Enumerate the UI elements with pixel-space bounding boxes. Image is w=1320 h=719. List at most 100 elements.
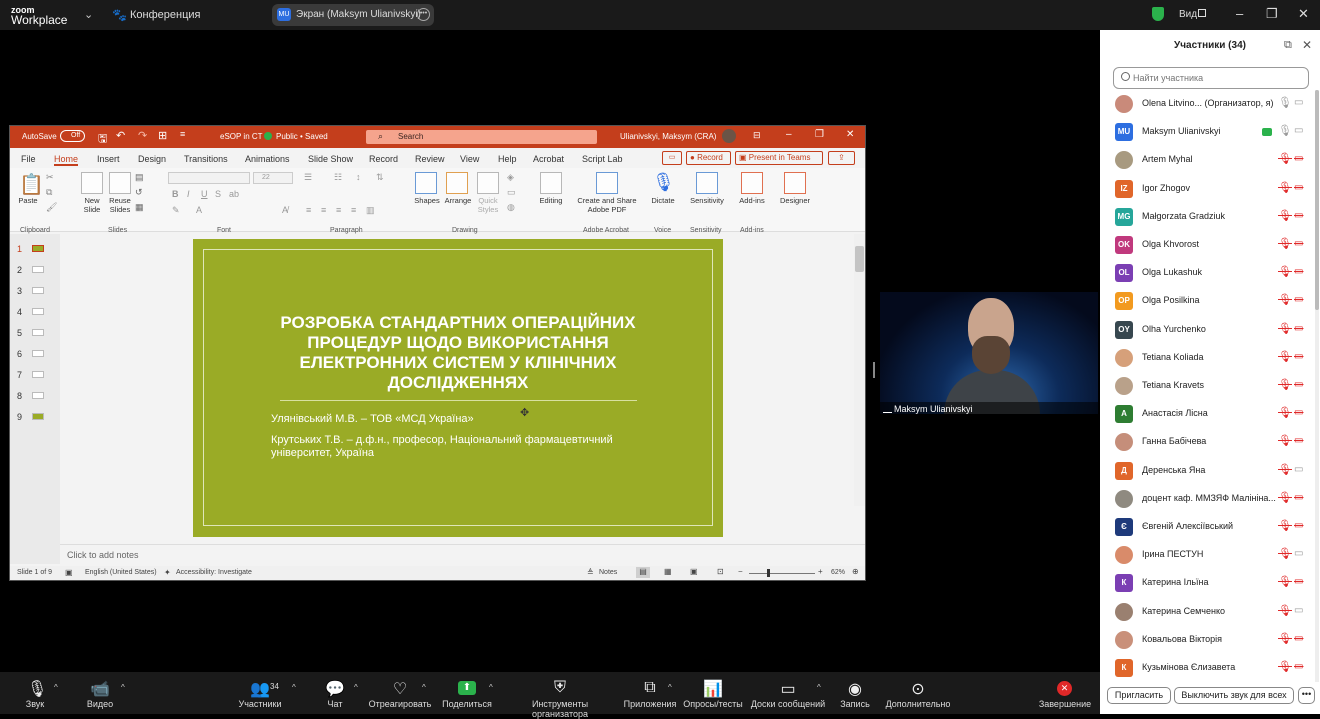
autosave-toggle[interactable]: Off [60,130,85,142]
thumb-number[interactable]: 2 [17,265,22,275]
file-status[interactable]: Public • Saved [276,132,328,141]
mic-muted-icon[interactable]: 🎙 [1278,548,1292,561]
thumb-number[interactable]: 5 [17,328,22,338]
camera-off-icon[interactable]: ▭ [1294,154,1306,164]
slide-thumbnail[interactable] [32,329,44,336]
save-icon[interactable]: 🖫 [98,130,107,149]
designer-label[interactable]: Designer [778,196,812,205]
react-options-chevron-icon[interactable]: ^ [422,683,426,692]
video-tile[interactable]: Maksym Ulianivskyi [880,292,1098,414]
add-ins-label[interactable]: Add-ins [736,196,768,205]
reset-icon[interactable]: ↺ [135,187,143,198]
camera-off-icon[interactable]: ▭ [1294,521,1306,531]
copy-icon[interactable]: ⧉ [46,187,52,198]
menu-insert[interactable]: Insert [97,154,120,164]
slide-title[interactable]: РОЗРОБКА СТАНДАРТНИХ ОПЕРАЦІЙНИХ ПРОЦЕДУ… [243,313,673,393]
menu-animations[interactable]: Animations [245,154,290,164]
columns-icon[interactable]: ▥ [366,205,375,216]
participant-search-input[interactable] [1133,71,1303,85]
comments-icon[interactable]: ▭ [662,151,682,165]
camera-icon[interactable]: ▭ [1294,605,1306,616]
participant-row[interactable]: Artem Myhal 🎙 ▭ [1100,146,1316,174]
whiteboard-options-chevron-icon[interactable]: ^ [817,683,821,692]
camera-off-icon[interactable]: ▭ [1294,295,1306,305]
popout-icon[interactable]: ⧉ [1284,39,1292,52]
mic-muted-icon[interactable]: 🎙 [1278,407,1292,420]
shapes-label[interactable]: Shapes [412,196,442,205]
camera-icon[interactable]: ▭ [1294,549,1306,559]
thumb-number[interactable]: 1 [17,244,22,254]
notes-icon[interactable]: ≜ [587,568,594,577]
conference-label[interactable]: Конференция [130,9,200,21]
layout-icon[interactable]: ▤ [135,172,144,183]
zoom-in-icon[interactable]: + [818,567,823,576]
new-slide-icon[interactable] [81,172,103,194]
participant-row[interactable]: OP Olga Posilkina 🎙 ▭ [1100,287,1316,315]
participant-row[interactable]: Ганна Бабічева 🎙 ▭ [1100,428,1316,456]
view-layout-icon[interactable] [1198,9,1206,17]
camera-off-icon[interactable]: ▭ [1294,436,1306,446]
ppt-user-name[interactable]: Ulianivskyi, Maksym (CRA) [620,132,716,141]
more-icon[interactable]: ⊙ [908,679,928,699]
menu-design[interactable]: Design [138,154,166,164]
font-name-select[interactable] [168,172,250,184]
menu-home[interactable]: Home [54,154,79,166]
share-options-chevron-icon[interactable]: ^ [489,683,493,692]
participant-row[interactable]: IZ Igor Zhogov 🎙 ▭ [1100,175,1316,203]
participant-row[interactable]: Ірина ПЕСТУН 🎙 ▭ [1100,541,1316,569]
end-label[interactable]: Завершение [1035,699,1095,709]
whiteboards-label[interactable]: Доски сообщений [748,699,828,709]
mic-muted-icon[interactable]: 🎙 [1278,435,1292,448]
shape-effects-icon[interactable]: ◍ [507,202,515,213]
line-spacing-icon[interactable]: ↕ [356,172,361,182]
reuse-slides-icon[interactable] [109,172,131,194]
participant-row[interactable]: Olena Litvino... (Организатор, я) 🎙 ▭ [1100,90,1316,118]
panel-more-button[interactable]: ••• [1298,687,1315,704]
participant-row[interactable]: Tetiana Koliada 🎙 ▭ [1100,344,1316,372]
participant-search-box[interactable] [1113,67,1309,89]
maximize-button[interactable]: ❐ [1266,6,1278,22]
align-left-icon[interactable]: ≡ [306,205,311,215]
notes-toggle[interactable]: Notes [599,569,617,576]
end-meeting-icon[interactable]: ✕ [1057,681,1072,696]
slide-thumbnail[interactable] [32,392,44,399]
camera-off-icon[interactable]: ▭ [1294,633,1306,644]
ppt-minimize-icon[interactable]: – [786,129,792,140]
participant-scrollbar-thumb[interactable] [1315,90,1319,310]
slide-thumbnail[interactable] [32,371,44,378]
camera-off-icon[interactable]: ▭ [1294,182,1306,193]
zoom-slider[interactable] [749,573,815,574]
normal-view-icon[interactable]: ▤ [636,567,650,578]
apps-label[interactable]: Приложения [620,699,680,709]
menu-file[interactable]: File [21,154,36,164]
thumb-number[interactable]: 7 [17,370,22,380]
camera-off-icon[interactable]: ▭ [1294,492,1306,503]
ppt-search-box[interactable]: ⌕ Search [366,130,597,144]
participant-row[interactable]: MU Maksym Ulianivskyi 🎙 ▭ [1100,118,1316,146]
mic-muted-icon[interactable]: 🎙 [1278,294,1292,307]
mic-muted-icon[interactable]: 🎙 [1278,661,1292,674]
participants-options-chevron-icon[interactable]: ^ [292,683,296,692]
accessibility-icon[interactable]: ✦ [164,568,171,577]
shape-fill-icon[interactable]: ◈ [507,172,514,183]
record-icon[interactable]: ◉ [845,679,865,699]
zoom-out-icon[interactable]: − [738,567,743,576]
video-camera-icon[interactable]: 📹 [90,679,110,699]
participants-label[interactable]: Участники [230,699,290,709]
mic-muted-icon[interactable]: 🎙 [1278,576,1292,589]
italic-icon[interactable]: I [187,189,190,199]
camera-off-icon[interactable]: ▭ [1294,351,1306,362]
slide-thumbnail[interactable] [32,245,44,252]
arrange-label[interactable]: Arrange [442,196,474,205]
customize-qat-icon[interactable]: ≡ [180,129,185,139]
more-options-icon[interactable]: ••• [417,8,430,21]
sensitivity-icon[interactable] [696,172,718,194]
paste-icon[interactable]: 📋 [19,172,44,196]
slide-thumbnail[interactable] [32,350,44,357]
participant-row[interactable]: К Катерина Ільїна 🎙 ▭ [1100,569,1316,597]
microphone-icon[interactable]: 🎙 [27,679,47,699]
cut-icon[interactable]: ✂ [46,172,54,183]
new-slide-label[interactable]: New Slide [77,196,107,214]
participant-row[interactable]: MG Małgorzata Gradziuk 🎙 ▭ [1100,203,1316,231]
thumb-number[interactable]: 8 [17,391,22,401]
